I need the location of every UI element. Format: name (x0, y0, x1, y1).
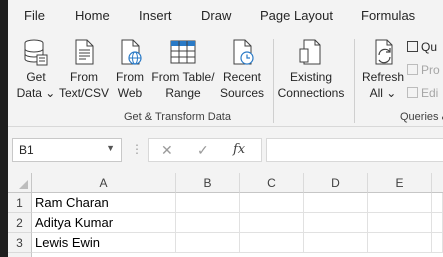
formula-bar: B1 ▼ ⋮ ✕ ✓ fx (8, 128, 443, 173)
get-transform-group-label: Get & Transform Data (124, 111, 231, 123)
edit-links-icon (407, 87, 418, 98)
tab-draw[interactable]: Draw (201, 8, 231, 23)
cell-c1[interactable] (240, 193, 304, 213)
queries-group-label: Queries & (400, 111, 443, 123)
recent-clock-icon (233, 39, 254, 65)
from-text-csv-button[interactable]: From Text/CSV (58, 37, 110, 101)
row-header-1[interactable]: 1 (8, 193, 32, 213)
existing-connections-label-2: Connections (277, 86, 345, 100)
from-text-csv-label-1: From (70, 70, 98, 84)
cell-f2[interactable] (432, 213, 443, 233)
from-table-range-button[interactable]: From Table/ Range (151, 37, 215, 101)
column-header-e[interactable]: E (368, 173, 432, 193)
group-separator (354, 39, 355, 123)
cell-f1[interactable] (432, 193, 443, 213)
from-web-label-1: From (116, 70, 144, 84)
queries-button-label: Qu (421, 40, 438, 54)
queries-connections-button[interactable]: Qu (407, 40, 437, 54)
properties-icon (407, 64, 418, 75)
tab-file[interactable]: File (24, 8, 45, 23)
cell-b3[interactable] (176, 233, 240, 253)
recent-sources-label-2: Sources (219, 86, 265, 100)
enter-check-icon[interactable]: ✓ (197, 142, 209, 159)
text-file-icon (75, 39, 94, 65)
cancel-icon[interactable]: ✕ (161, 142, 173, 159)
cell-d3[interactable] (304, 233, 368, 253)
row-header-4[interactable] (8, 253, 32, 257)
name-box-value: B1 (19, 143, 34, 157)
chevron-down-icon[interactable]: ▼ (106, 143, 115, 153)
name-box[interactable]: B1 ▼ (12, 138, 122, 162)
existing-connections-button[interactable]: Existing Connections (276, 37, 346, 101)
window-left-edge (0, 0, 8, 257)
tab-insert[interactable]: Insert (139, 8, 172, 23)
cell-c2[interactable] (240, 213, 304, 233)
queries-icon (407, 41, 418, 52)
worksheet-grid: A B C D E 1 Ram Charan 2 Aditya Kumar 3 … (8, 173, 443, 257)
column-header-b[interactable]: B (176, 173, 240, 193)
from-text-csv-label-2: Text/CSV (58, 86, 109, 100)
web-globe-icon (121, 39, 142, 65)
ribbon: Get Data ⌄ From Text/CSV From Web From T… (8, 33, 443, 127)
column-header-d[interactable]: D (304, 173, 368, 193)
column-header-c[interactable]: C (240, 173, 304, 193)
recent-sources-button[interactable]: Recent Sources (219, 37, 265, 101)
formula-input[interactable] (266, 138, 443, 162)
from-web-label-2: Web (117, 86, 143, 100)
cell-d2[interactable] (304, 213, 368, 233)
group-separator (273, 39, 274, 123)
tab-home[interactable]: Home (75, 8, 110, 23)
from-table-range-label-2: Range (165, 86, 201, 100)
cell-d1[interactable] (304, 193, 368, 213)
refresh-all-label-2: All ⌄ (369, 86, 397, 100)
cell-a1[interactable]: Ram Charan (32, 193, 176, 213)
recent-sources-label-1: Recent (222, 70, 262, 84)
properties-button-label: Pro (421, 63, 440, 77)
formula-buttons: ✕ ✓ fx (148, 138, 262, 162)
from-table-range-label-1: From Table/ (151, 70, 215, 84)
edit-links-button[interactable]: Edi (407, 86, 438, 100)
get-data-label-2: Data ⌄ (16, 86, 56, 100)
refresh-all-button[interactable]: Refresh All ⌄ (362, 37, 404, 101)
cell-a3[interactable]: Lewis Ewin (32, 233, 176, 253)
table-icon (170, 40, 196, 64)
refresh-all-label-1: Refresh (362, 70, 405, 84)
edit-links-button-label: Edi (421, 86, 439, 100)
properties-button[interactable]: Pro (407, 63, 440, 77)
from-web-button[interactable]: From Web (112, 37, 148, 101)
cell-e3[interactable] (368, 233, 432, 253)
database-icon (24, 39, 48, 66)
row-header-2[interactable]: 2 (8, 213, 32, 233)
refresh-icon (375, 39, 393, 65)
insert-function-button[interactable]: fx (233, 142, 245, 157)
connections-file-icon (299, 39, 321, 65)
cell-e2[interactable] (368, 213, 432, 233)
tab-formulas[interactable]: Formulas (361, 8, 415, 23)
cell-b2[interactable] (176, 213, 240, 233)
cell-e1[interactable] (368, 193, 432, 213)
existing-connections-label-1: Existing (289, 70, 333, 84)
cell-a2[interactable]: Aditya Kumar (32, 213, 176, 233)
cell-c3[interactable] (240, 233, 304, 253)
get-data-label-1: Get (26, 70, 46, 84)
column-header-a[interactable]: A (32, 173, 176, 193)
cell-b1[interactable] (176, 193, 240, 213)
ribbon-tabs: File Home Insert Draw Page Layout Formul… (8, 0, 443, 33)
column-header-f[interactable] (432, 173, 443, 193)
get-data-button[interactable]: Get Data ⌄ (16, 37, 56, 101)
cell-f3[interactable] (432, 233, 443, 253)
row-header-3[interactable]: 3 (8, 233, 32, 253)
select-all-button[interactable] (8, 173, 32, 193)
tab-page-layout[interactable]: Page Layout (260, 8, 333, 23)
drag-handle-icon[interactable]: ⋮ (131, 142, 143, 156)
